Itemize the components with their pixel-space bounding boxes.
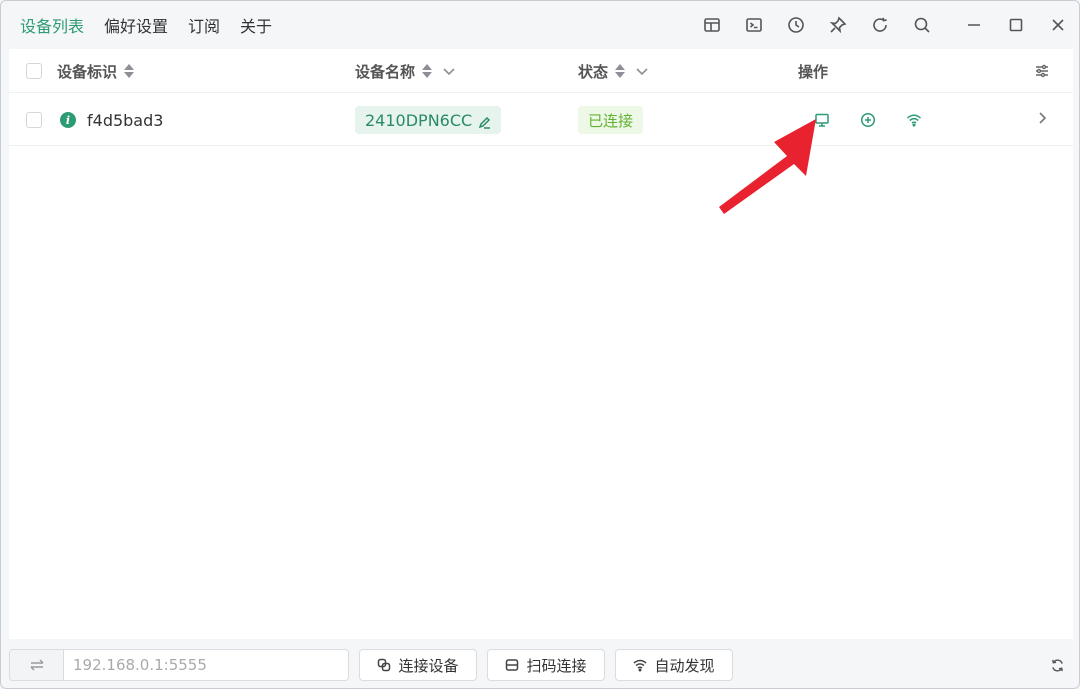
- column-status[interactable]: 状态: [578, 49, 649, 93]
- row-select-cell: [26, 94, 42, 146]
- main-nav: 设备列表 偏好设置 订阅 关于: [10, 1, 282, 49]
- toolbar: [691, 1, 1079, 49]
- table-header: 设备标识 设备名称 状态 操作: [9, 49, 1073, 93]
- scan-icon: [506, 659, 519, 671]
- maximize-icon[interactable]: [995, 1, 1037, 49]
- row-expand-cell: [1035, 94, 1049, 146]
- sort-icon[interactable]: [615, 64, 626, 78]
- auto-discover-label: 自动发现: [654, 656, 715, 675]
- table-row[interactable]: i f4d5bad3 2410DPN6CC 已连接: [9, 94, 1073, 146]
- chevron-down-icon[interactable]: [635, 64, 649, 78]
- column-actions: 操作: [798, 49, 828, 93]
- sync-icon[interactable]: [1045, 653, 1069, 677]
- column-device-id[interactable]: 设备标识: [57, 49, 135, 93]
- column-device-name-label: 设备名称: [355, 62, 416, 81]
- link-icon: [378, 658, 391, 672]
- red-arrow-annotation: [719, 119, 816, 214]
- wifi-icon: [634, 659, 647, 672]
- app-window: 设备列表 偏好设置 订阅 关于 设备标识 设备名称 状态 操作 i f4d5ba…: [0, 0, 1080, 689]
- info-icon[interactable]: i: [60, 112, 76, 128]
- device-name-cell: 2410DPN6CC: [355, 94, 502, 146]
- nav-subscription[interactable]: 订阅: [178, 1, 230, 49]
- top-bar: 设备列表 偏好设置 订阅 关于: [1, 1, 1079, 49]
- address-input-group: [9, 649, 349, 681]
- edit-icon[interactable]: [478, 114, 491, 129]
- column-actions-label: 操作: [798, 62, 829, 81]
- status-cell: 已连接: [578, 94, 644, 146]
- address-input[interactable]: [64, 650, 348, 680]
- device-id-cell: i f4d5bad3: [60, 94, 163, 146]
- wifi-icon[interactable]: [904, 110, 924, 130]
- chevron-down-icon[interactable]: [442, 64, 456, 78]
- history-icon[interactable]: [775, 1, 817, 49]
- device-table-panel: 设备标识 设备名称 状态 操作 i f4d5bad3 2410DPN6CC 已连…: [9, 49, 1073, 639]
- minimize-icon[interactable]: [953, 1, 995, 49]
- chevron-right-icon[interactable]: [1035, 111, 1049, 129]
- row-checkbox[interactable]: [26, 112, 42, 128]
- nav-preferences[interactable]: 偏好设置: [94, 1, 178, 49]
- layout-icon[interactable]: [691, 1, 733, 49]
- column-device-id-label: 设备标识: [57, 62, 118, 81]
- connect-device-label: 连接设备: [398, 656, 459, 675]
- auto-discover-button[interactable]: 自动发现: [615, 649, 733, 681]
- scan-connect-label: 扫码连接: [526, 656, 587, 675]
- scan-connect-button[interactable]: 扫码连接: [487, 649, 605, 681]
- action-wifi-cell: [904, 94, 924, 146]
- sort-icon[interactable]: [422, 64, 433, 78]
- sort-icon[interactable]: [124, 64, 135, 78]
- pin-icon[interactable]: [817, 1, 859, 49]
- device-id-text: f4d5bad3: [87, 110, 164, 130]
- terminal-icon[interactable]: [733, 1, 775, 49]
- column-status-label: 状态: [578, 62, 609, 81]
- action-add-cell: [858, 94, 878, 146]
- swap-icon[interactable]: [10, 650, 64, 680]
- connect-device-button[interactable]: 连接设备: [359, 649, 477, 681]
- select-all-cell: [26, 49, 42, 93]
- device-name-text: 2410DPN6CC: [365, 110, 473, 130]
- column-settings-icon[interactable]: [1034, 49, 1050, 93]
- add-circle-icon[interactable]: [858, 110, 878, 130]
- close-icon[interactable]: [1037, 1, 1079, 49]
- select-all-checkbox[interactable]: [26, 63, 42, 79]
- refresh-icon[interactable]: [859, 1, 901, 49]
- column-device-name[interactable]: 设备名称: [355, 49, 456, 93]
- nav-about[interactable]: 关于: [230, 1, 282, 49]
- bottom-bar: 连接设备 扫码连接 自动发现: [1, 641, 1079, 688]
- status-badge: 已连接: [578, 106, 644, 134]
- search-icon[interactable]: [901, 1, 943, 49]
- nav-device-list[interactable]: 设备列表: [10, 1, 94, 49]
- device-name-tag[interactable]: 2410DPN6CC: [355, 106, 502, 134]
